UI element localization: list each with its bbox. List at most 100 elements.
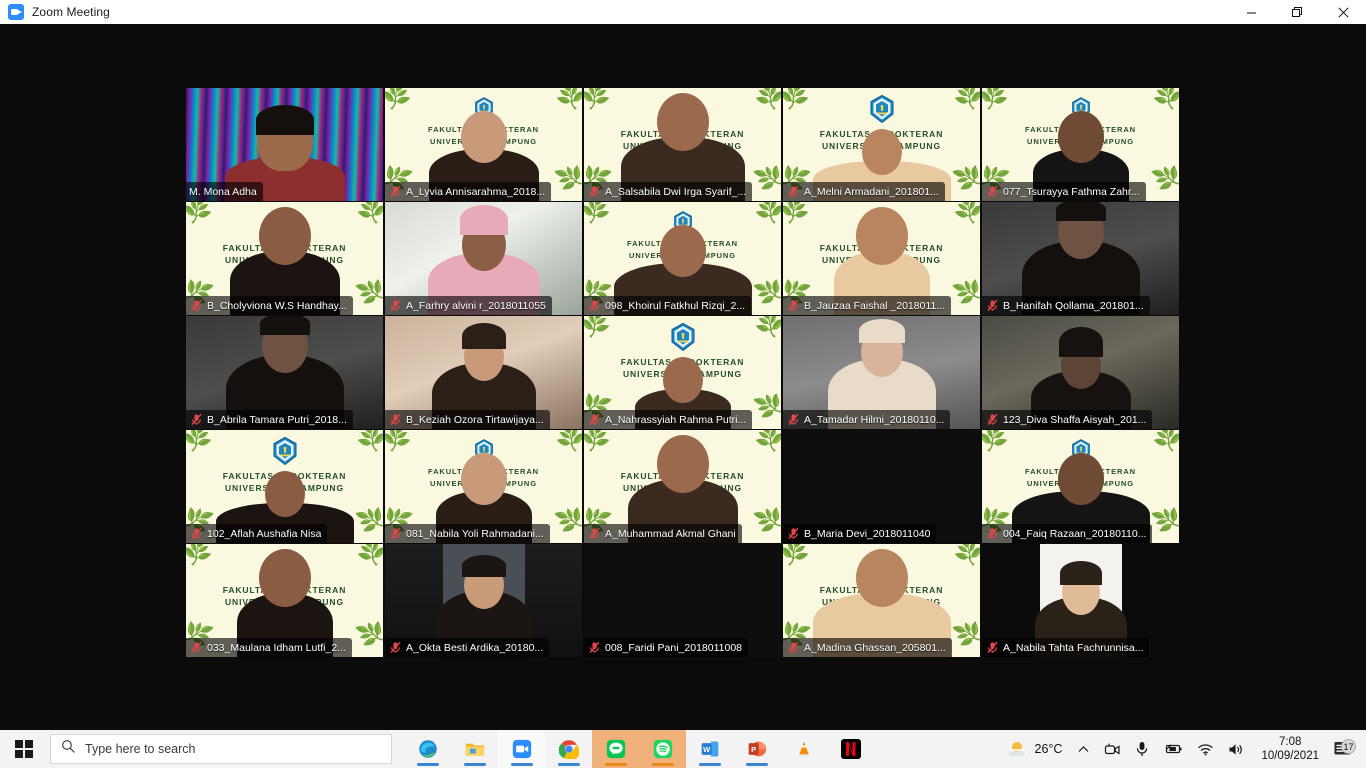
weather-widget[interactable]: 26°C xyxy=(1000,739,1071,759)
participant-tile[interactable]: 🌿 🌿 🌿 🌿 FAKULTAS KEDOKTERAN UNIVERSITAS … xyxy=(783,88,980,201)
taskbar-app-netflix[interactable] xyxy=(827,730,874,768)
microphone-muted-icon xyxy=(986,641,999,654)
leaf-decoration-icon: 🌿 xyxy=(752,88,781,112)
participant-video-head xyxy=(662,357,703,403)
participant-name: 033_Maulana Idham Lutfi_2... xyxy=(207,641,346,654)
participant-name-bar: A_Farhry alvini r_2018011055 xyxy=(385,296,552,315)
leaf-decoration-icon: 🌿 xyxy=(783,202,812,226)
participant-name-bar: B_Maria Devi_2018011040 xyxy=(783,524,937,543)
search-icon xyxy=(61,739,76,759)
participant-tile[interactable]: A_Farhry alvini r_2018011055 xyxy=(385,202,582,315)
participant-tile[interactable]: 🌿 🌿 🌿 🌿 FAKULTAS KEDOKTERAN UNIVERSITAS … xyxy=(982,88,1179,201)
participant-video-head xyxy=(258,549,311,607)
svg-text:P: P xyxy=(751,745,756,754)
participant-video-hair xyxy=(461,323,506,349)
taskbar-app-chrome[interactable] xyxy=(545,730,592,768)
participant-tile[interactable]: 🌿 🌿 🌿 🌿 FAKULTAS KEDOKTERAN UNIVERSITAS … xyxy=(584,88,781,201)
leaf-decoration-icon: 🌿 xyxy=(552,502,582,537)
participant-name: A_Nahrassyiah Rahma Putri... xyxy=(605,413,747,426)
window-title-bar: Zoom Meeting xyxy=(0,0,1366,24)
leaf-decoration-icon: 🌿 xyxy=(385,88,414,112)
taskbar-app-line[interactable] xyxy=(592,730,639,768)
participant-video-hair xyxy=(1055,202,1106,221)
zoom-camera-icon xyxy=(8,4,24,20)
participant-name-bar: A_Tamadar Hilmi_20180110... xyxy=(783,410,951,429)
microphone-muted-icon xyxy=(986,299,999,312)
participant-tile[interactable]: 🌿 🌿 🌿 🌿 FAKULTAS KEDOKTERAN UNIVERSITAS … xyxy=(186,544,383,657)
taskbar-app-spotify[interactable] xyxy=(639,730,686,768)
taskbar-clock[interactable]: 7:08 10/09/2021 xyxy=(1253,735,1327,763)
participant-tile[interactable]: 🌿 🌿 🌿 🌿 FAKULTAS KEDOKTERAN UNIVERSITAS … xyxy=(584,430,781,543)
participant-tile[interactable]: A_Nabila Tahta Fachrunnisa... xyxy=(982,544,1179,657)
participant-tile[interactable]: 🌿 🌿 🌿 🌿 FAKULTAS KEDOKTERAN UNIVERSITAS … xyxy=(982,430,1179,543)
participant-tile[interactable]: B_Hanifah Qollama_201801... xyxy=(982,202,1179,315)
participant-name: A_Tamadar Hilmi_20180110... xyxy=(804,413,945,426)
participant-name: B_Hanifah Qollama_201801... xyxy=(1003,299,1144,312)
participant-video-hair xyxy=(459,205,508,235)
leaf-decoration-icon: 🌿 xyxy=(584,430,613,454)
tray-camera-status[interactable] xyxy=(1097,742,1128,757)
leaf-decoration-icon: 🌿 xyxy=(951,544,980,568)
tray-overflow-button[interactable] xyxy=(1070,743,1097,756)
taskbar-app-powerpoint[interactable]: P xyxy=(733,730,780,768)
clock-date: 10/09/2021 xyxy=(1261,750,1319,762)
leaf-decoration-icon: 🌿 xyxy=(751,160,781,195)
taskbar-app-edge[interactable] xyxy=(404,730,451,768)
leaf-decoration-icon: 🌿 xyxy=(552,160,582,195)
folder-icon xyxy=(465,743,484,756)
tray-wifi-status[interactable] xyxy=(1190,742,1221,756)
participant-tile[interactable]: 123_Diva Shaffa Aisyah_201... xyxy=(982,316,1179,429)
participant-tile[interactable]: 008_Faridi Pani_2018011008 xyxy=(584,544,781,657)
participant-tile[interactable]: M. Mona Adha xyxy=(186,88,383,201)
participant-name-bar: 033_Maulana Idham Lutfi_2... xyxy=(186,638,352,657)
participant-tile[interactable]: B_Maria Devi_2018011040 xyxy=(783,430,980,543)
participant-tile[interactable]: 🌿 🌿 🌿 🌿 FAKULTAS KEDOKTERAN UNIVERSITAS … xyxy=(186,202,383,315)
taskbar-app-file-explorer[interactable] xyxy=(451,730,498,768)
notification-count-badge: 17 xyxy=(1341,739,1356,754)
participant-name-bar: M. Mona Adha xyxy=(186,182,263,201)
microphone-muted-icon xyxy=(787,527,800,540)
running-indicator xyxy=(416,763,439,766)
microphone-muted-icon xyxy=(588,527,601,540)
participant-tile[interactable]: A_Tamadar Hilmi_20180110... xyxy=(783,316,980,429)
tray-volume-status[interactable] xyxy=(1221,742,1253,757)
tray-battery-status[interactable] xyxy=(1156,742,1190,756)
running-indicator xyxy=(463,763,486,766)
minimize-button[interactable] xyxy=(1228,0,1274,24)
search-input[interactable]: Type here to search xyxy=(50,734,392,764)
participant-tile[interactable]: 🌿 🌿 🌿 🌿 FAKULTAS KEDOKTERAN UNIVERSITAS … xyxy=(584,202,781,315)
edge-icon xyxy=(418,740,437,758)
leaf-decoration-icon: 🌿 xyxy=(354,544,383,568)
action-center-button[interactable]: 17 xyxy=(1327,739,1362,758)
microphone-muted-icon xyxy=(986,527,999,540)
participant-name-bar: 008_Faridi Pani_2018011008 xyxy=(584,638,749,657)
participant-tile[interactable]: 🌿 🌿 🌿 🌿 FAKULTAS KEDOKTERAN UNIVERSITAS … xyxy=(385,88,582,201)
participant-tile[interactable]: A_Okta Besti Ardika_20180... xyxy=(385,544,582,657)
participant-tile[interactable]: 🌿 🌿 🌿 🌿 FAKULTAS KEDOKTERAN UNIVERSITAS … xyxy=(783,544,980,657)
leaf-decoration-icon: 🌿 xyxy=(186,544,215,568)
participant-tile[interactable]: B_Abrila Tamara Putri_2018... xyxy=(186,316,383,429)
close-button[interactable] xyxy=(1320,0,1366,24)
running-indicator xyxy=(604,763,627,766)
microphone-muted-icon xyxy=(389,641,402,654)
weather-temperature: 26°C xyxy=(1034,742,1063,756)
vlc-cone-icon xyxy=(797,741,810,757)
maximize-restore-button[interactable] xyxy=(1274,0,1320,24)
participant-tile[interactable]: 🌿 🌿 🌿 🌿 FAKULTAS KEDOKTERAN UNIVERSITAS … xyxy=(186,430,383,543)
taskbar-app-word[interactable]: W xyxy=(686,730,733,768)
window-title: Zoom Meeting xyxy=(32,5,110,19)
participant-tile[interactable]: 🌿 🌿 🌿 🌿 FAKULTAS KEDOKTERAN UNIVERSITAS … xyxy=(385,430,582,543)
participant-name-bar: 077_Tsurayya Fathma Zahr... xyxy=(982,182,1146,201)
taskbar-app-zoom[interactable] xyxy=(498,730,545,768)
participant-name-bar: A_Melni Armadani_201801... xyxy=(783,182,945,201)
windows-logo-icon xyxy=(15,740,33,758)
start-button[interactable] xyxy=(0,730,48,768)
participant-name: A_Lyvia Annisarahma_2018... xyxy=(406,185,546,198)
participant-tile[interactable]: 🌿 🌿 🌿 🌿 FAKULTAS KEDOKTERAN UNIVERSITAS … xyxy=(584,316,781,429)
participant-tile[interactable]: 🌿 🌿 🌿 🌿 FAKULTAS KEDOKTERAN UNIVERSITAS … xyxy=(783,202,980,315)
leaf-decoration-icon: 🌿 xyxy=(186,202,215,226)
participant-tile[interactable]: B_Keziah Ozora Tirtawijaya... xyxy=(385,316,582,429)
tray-microphone-status[interactable] xyxy=(1128,741,1156,757)
university-logo-icon xyxy=(273,436,296,466)
taskbar-app-vlc[interactable] xyxy=(780,730,827,768)
